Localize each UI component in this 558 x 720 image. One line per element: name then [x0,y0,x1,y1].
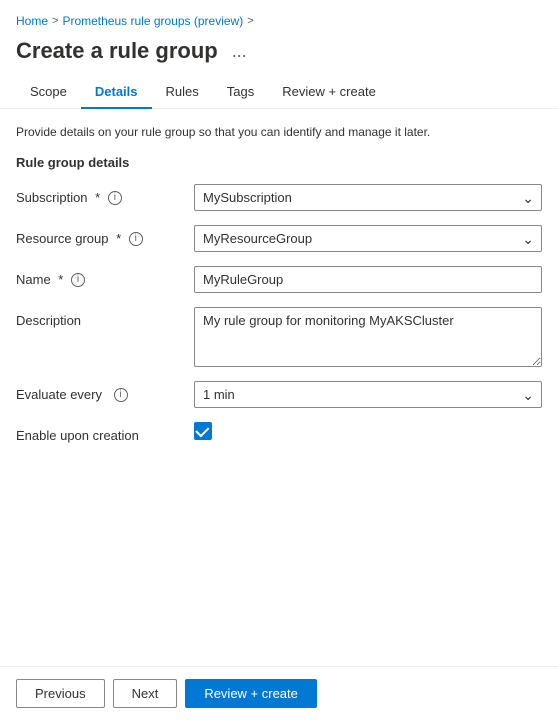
page-title: Create a rule group [16,38,218,64]
breadcrumb-sep1: > [52,15,58,27]
enable-checkbox-wrapper [194,422,542,440]
evaluate-label: Evaluate every i [16,381,186,402]
tab-bar: Scope Details Rules Tags Review + create [0,76,558,109]
content-area: Provide details on your rule group so th… [0,109,558,537]
description-group: Description My rule group for monitoring… [16,307,542,367]
subscription-label: Subscription * i [16,184,186,205]
enable-label: Enable upon creation [16,422,186,443]
enable-checkbox[interactable] [194,422,212,440]
description-label: Description [16,307,186,328]
evaluate-info-icon[interactable]: i [114,388,128,402]
evaluate-select[interactable]: 1 min 5 min 10 min 15 min [194,381,542,408]
enable-group: Enable upon creation [16,422,542,443]
ellipsis-button[interactable]: ... [226,39,253,64]
evaluate-group: Evaluate every i 1 min 5 min 10 min 15 m… [16,381,542,408]
name-label: Name * i [16,266,186,287]
resource-group-select-wrapper: MyResourceGroup [194,225,542,252]
resource-group-label: Resource group * i [16,225,186,246]
next-button[interactable]: Next [113,679,178,708]
subscription-select[interactable]: MySubscription [194,184,542,211]
resource-group-select[interactable]: MyResourceGroup [194,225,542,252]
info-text: Provide details on your rule group so th… [16,125,542,139]
resource-group-info-icon[interactable]: i [129,232,143,246]
page-header: Create a rule group ... [0,34,558,76]
subscription-group: Subscription * i MySubscription [16,184,542,211]
evaluate-select-wrapper: 1 min 5 min 10 min 15 min [194,381,542,408]
resource-group-group: Resource group * i MyResourceGroup [16,225,542,252]
previous-button[interactable]: Previous [16,679,105,708]
review-create-button[interactable]: Review + create [185,679,317,708]
name-input[interactable] [194,266,542,293]
breadcrumb-parent[interactable]: Prometheus rule groups (preview) [62,14,243,28]
breadcrumb-home[interactable]: Home [16,14,48,28]
name-info-icon[interactable]: i [71,273,85,287]
bottom-bar: Previous Next Review + create [0,666,558,720]
tab-rules[interactable]: Rules [152,76,213,109]
breadcrumb: Home > Prometheus rule groups (preview) … [0,0,558,34]
description-textarea[interactable]: My rule group for monitoring MyAKSCluste… [194,307,542,367]
section-title: Rule group details [16,155,542,170]
tab-tags[interactable]: Tags [213,76,268,109]
subscription-info-icon[interactable]: i [108,191,122,205]
tab-details[interactable]: Details [81,76,152,109]
breadcrumb-sep2: > [247,15,253,27]
tab-review-create[interactable]: Review + create [268,76,390,109]
subscription-select-wrapper: MySubscription [194,184,542,211]
tab-scope[interactable]: Scope [16,76,81,109]
name-group: Name * i [16,266,542,293]
